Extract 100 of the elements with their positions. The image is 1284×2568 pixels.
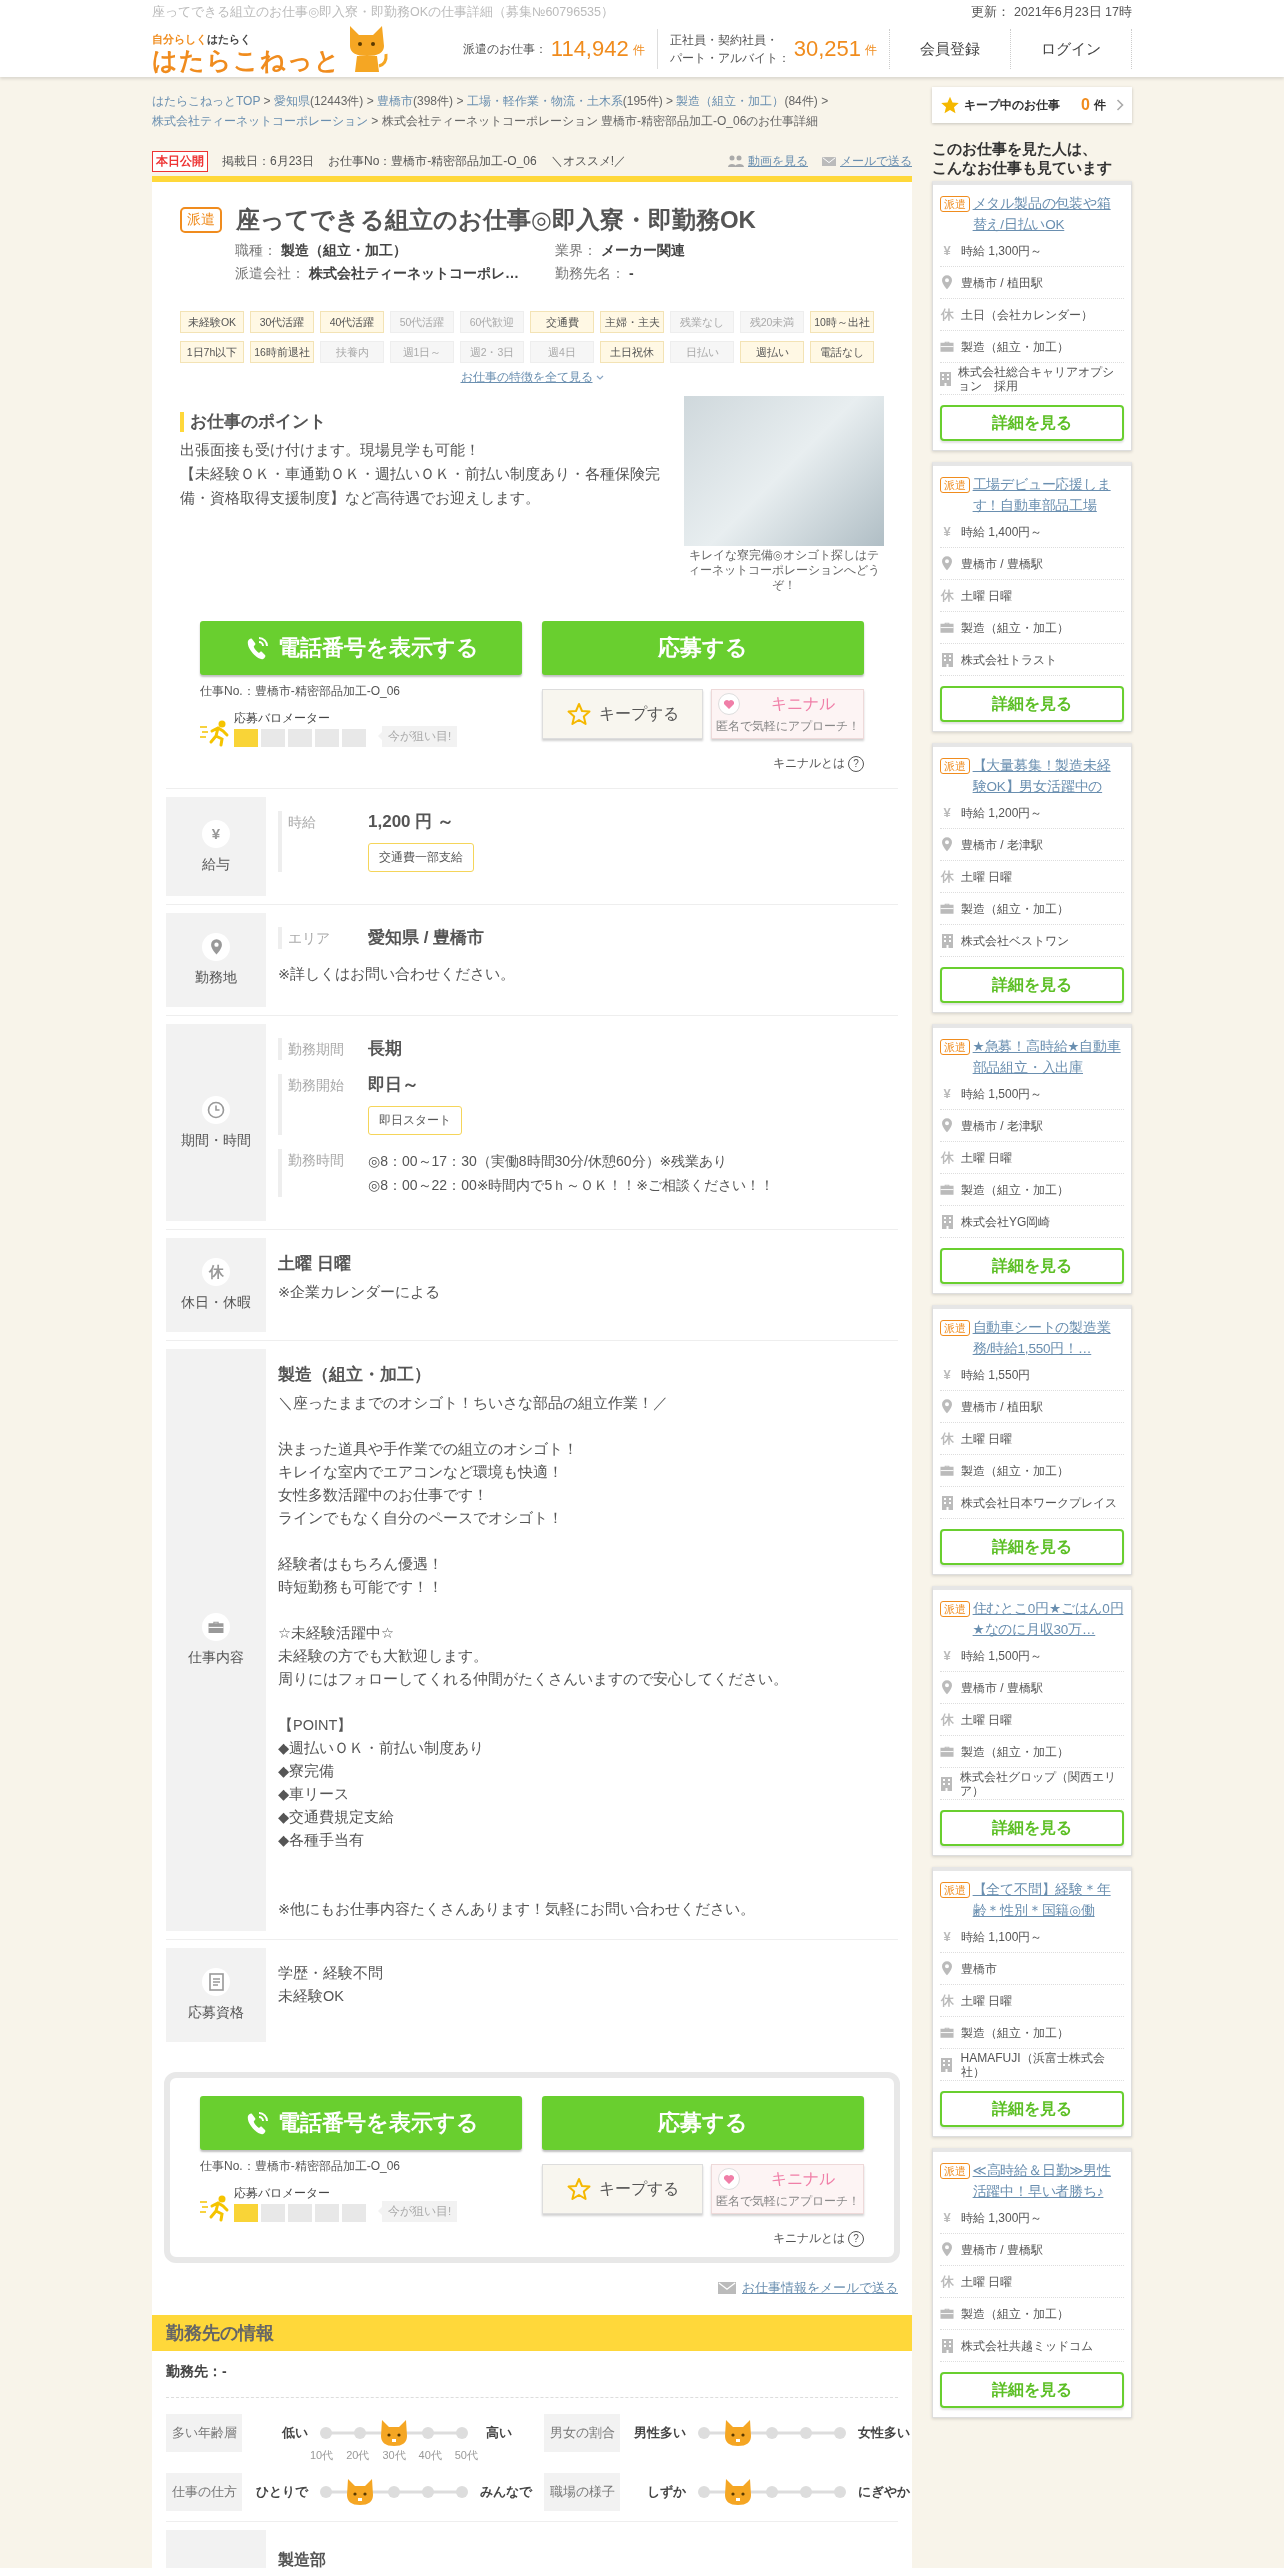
breadcrumb-link[interactable]: 株式会社ティーネットコーポレーション — [152, 114, 368, 128]
feature-tag: 60代歓迎 — [460, 311, 524, 333]
scale-label: 多い年齢層 — [166, 2414, 242, 2452]
view-details-button[interactable]: 詳細を見る — [940, 1529, 1124, 1565]
kininaru-info-link[interactable]: キニナルとは — [773, 2230, 845, 2247]
job-info-text: 株式会社グロップ（関西エリア） — [959, 1769, 1117, 1798]
keep-button[interactable]: キープする — [542, 689, 703, 739]
section-icon: ¥ — [202, 819, 230, 848]
job-info-text: 時給 1,500円～ — [961, 1648, 1043, 1663]
section-label: 給与 — [202, 855, 230, 874]
detail-label: 業界： — [555, 242, 597, 260]
header-nav-button[interactable]: ログイン — [1010, 29, 1132, 69]
scale-high-label: にぎやか — [858, 2484, 911, 2501]
job-title-link[interactable]: 【全て不問】経験＊年齢＊性別＊国籍◎働 — [972, 1879, 1124, 1921]
work-hours-text: ◎8：00～22：00※時間内で5ｈ～ＯＫ！！※ご相談ください！！ — [368, 1176, 774, 1195]
job-info-text: 株式会社総合キャリアオプション 採用 — [958, 364, 1115, 393]
job-info-text: 時給 1,200円～ — [961, 805, 1043, 820]
job-type-badge: 派遣 — [940, 1882, 970, 1898]
job-title-link[interactable]: ★急募！高時給★自動車部品組立・入出庫 — [972, 1036, 1124, 1078]
apply-button[interactable]: 応募する — [542, 2096, 864, 2150]
show-phone-number-button[interactable]: 電話番号を表示する — [200, 621, 522, 675]
body-text: 周りにはフォローしてくれる仲間がたくさんいますので安心してください。 — [278, 1670, 789, 1689]
breadcrumb-link[interactable]: 豊橋市 — [377, 94, 413, 108]
chevron-right-icon — [1116, 99, 1124, 111]
kininaru-button[interactable]: キニナル 匿名で気軽にアプローチ！ — [711, 2164, 864, 2214]
send-job-by-email-link[interactable]: お仕事情報をメールで送る — [742, 2279, 898, 2297]
job-info-text: 株式会社日本ワークプレイス — [961, 1495, 1117, 1510]
header-nav-button[interactable]: 会員登録 — [889, 29, 1010, 69]
job-info-text: 豊橋市 / 豊橋駅 — [961, 556, 1043, 571]
body-text: ◆寮完備 — [278, 1762, 336, 1781]
job-title-link[interactable]: 自動車シートの製造業務/時給1,550円！… — [972, 1317, 1124, 1359]
job-title-link[interactable]: メタル製品の包装や箱替え/日払いOK — [972, 193, 1124, 235]
row-icon: 休 — [940, 307, 954, 322]
job-type-badge: 派遣 — [940, 1601, 970, 1617]
site-logo[interactable]: はたらこねっと — [152, 46, 341, 74]
scale-tick-label: 50代 — [454, 2448, 478, 2463]
scale-high-label: みんなで — [480, 2484, 534, 2501]
job-info-text: 製造（組立・加工） — [961, 1463, 1069, 1478]
section-heading: 土曜 日曜 — [278, 1253, 352, 1275]
feature-tag: 日払い — [670, 341, 734, 363]
job-info-text: 時給 1,400円～ — [961, 524, 1043, 539]
job-title-link[interactable]: ≪高時給＆日勤≫男性活躍中！早い者勝ち♪ — [972, 2160, 1124, 2202]
view-details-button[interactable]: 詳細を見る — [940, 2372, 1124, 2408]
keep-button[interactable]: キープする — [542, 2164, 703, 2214]
kept-jobs-button[interactable]: キープ中のお仕事 0 件 — [932, 87, 1132, 123]
map-pin-icon — [941, 1961, 953, 1976]
feature-tag: 30代活躍 — [250, 311, 314, 333]
job-title-link[interactable]: 工場デビュー応援します！自動車部品工場 — [972, 474, 1124, 516]
job-info-text: 豊橋市 / 豊橋駅 — [961, 2242, 1043, 2257]
scale-label: 男女の割合 — [544, 2414, 620, 2452]
job-title-link[interactable]: 【大量募集！製造未経験OK】男女活躍中の — [972, 755, 1124, 797]
stat-count: 30,251 — [793, 36, 861, 62]
map-pin-icon — [941, 837, 953, 852]
envelope-icon — [718, 2281, 736, 2295]
job-info-text: 製造（組立・加工） — [961, 339, 1069, 354]
breadcrumb-link[interactable]: はたらこねっとTOP — [152, 94, 261, 108]
job-type-badge: 派遣 — [940, 1039, 970, 1055]
view-details-button[interactable]: 詳細を見る — [940, 967, 1124, 1003]
section-heading: 製造（組立・加工） — [278, 1364, 432, 1386]
recommend-label: ＼オススメ!／ — [550, 153, 627, 170]
kininaru-info-link[interactable]: キニナルとは — [773, 755, 845, 772]
view-details-button[interactable]: 詳細を見る — [940, 1810, 1124, 1846]
job-info-text: 時給 1,300円～ — [961, 243, 1043, 258]
breadcrumb-link[interactable]: 愛知県 — [273, 94, 310, 108]
body-text: 未経験の方でも大歓迎します。 — [278, 1647, 489, 1666]
breadcrumb-link[interactable]: 製造（組立・加工） — [676, 94, 785, 108]
view-details-button[interactable]: 詳細を見る — [940, 686, 1124, 722]
view-details-button[interactable]: 詳細を見る — [940, 2091, 1124, 2127]
job-info-text: 株式会社ベストワン — [961, 933, 1069, 948]
breadcrumb-link[interactable]: 工場・軽作業・物流・土木系 — [466, 94, 623, 108]
field-value: 長期 — [368, 1038, 402, 1060]
stat-label: 派遣のお仕事： — [462, 41, 547, 58]
kininaru-button[interactable]: キニナル 匿名で気軽にアプローチ！ — [711, 689, 864, 739]
show-all-features-link[interactable]: お仕事の特徴を全て見る — [460, 369, 593, 386]
job-info-text: 土曜 日曜 — [961, 1993, 1013, 2008]
feature-tag: 扶養内 — [320, 341, 384, 363]
mail-link[interactable]: メールで送る — [840, 153, 912, 170]
job-info-text: 株式会社共越ミッドコム — [961, 2338, 1093, 2353]
job-number: 仕事No.：豊橋市-精密部品加工-O_06 — [200, 2158, 402, 2175]
body-text: 未経験OK — [278, 1987, 345, 2006]
scale-high-label: 女性多い — [858, 2425, 911, 2442]
breadcrumb-separator: > — [821, 94, 829, 108]
sidebar-heading: このお仕事を見た人は、 — [932, 139, 1098, 158]
job-number: お仕事No：豊橋市-精密部品加工-O_06 — [328, 153, 537, 170]
video-link[interactable]: 動画を見る — [748, 153, 808, 170]
job-info-text: 豊橋市 / 老津駅 — [961, 1118, 1043, 1133]
workplace-name: 勤務先：- — [166, 2363, 898, 2398]
feature-tag: 交通費 — [530, 311, 594, 333]
condition-tag: 即日スタート — [368, 1106, 462, 1135]
apply-button[interactable]: 応募する — [542, 621, 864, 675]
show-phone-number-button[interactable]: 電話番号を表示する — [200, 2096, 522, 2150]
body-text: 経験者はもちろん優遇！ — [278, 1555, 444, 1574]
department-name: 製造部 — [278, 2550, 326, 2568]
row-icon: 休 — [940, 1150, 954, 1165]
sidebar-heading: こんなお仕事も見ています — [932, 158, 1113, 177]
job-title-link[interactable]: 住むとこ0円★ごはん0円★なのに月収30万… — [972, 1598, 1124, 1640]
view-details-button[interactable]: 詳細を見る — [940, 1248, 1124, 1284]
job-info-text: HAMAFUJI（浜富士株式会社） — [960, 2050, 1106, 2079]
view-details-button[interactable]: 詳細を見る — [940, 405, 1124, 441]
job-info-text: 時給 1,500円～ — [961, 1086, 1043, 1101]
